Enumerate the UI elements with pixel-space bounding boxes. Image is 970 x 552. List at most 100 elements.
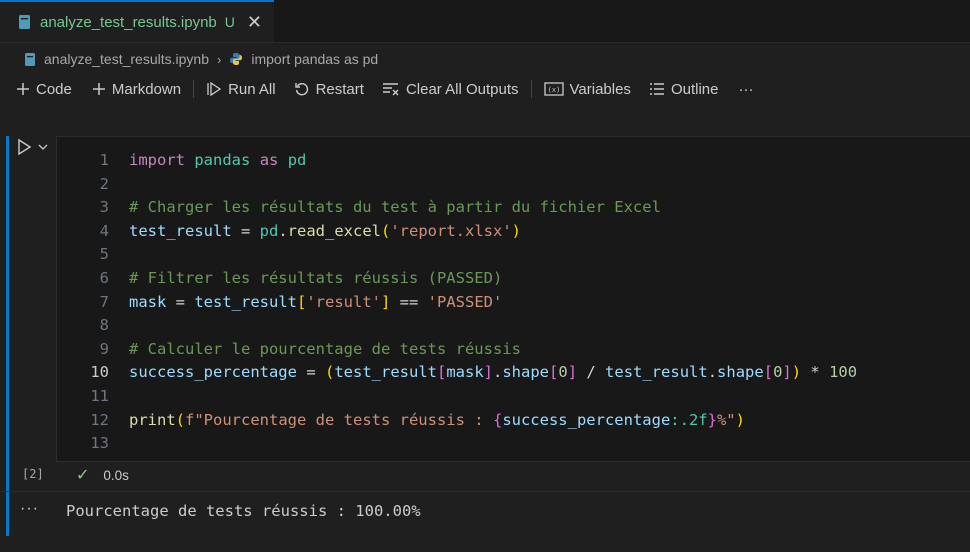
tab-analyze-test-results[interactable]: analyze_test_results.ipynb U ✕ [0, 0, 274, 42]
cell-output: Pourcentage de tests réussis : 100.00% [66, 502, 421, 520]
line-number: 13 [90, 434, 109, 453]
notebook-toolbar: Code Markdown Run All Restart Clear All … [12, 76, 757, 102]
code-line: 9 # Calculer le pourcentage de tests réu… [57, 338, 857, 362]
line-number: 11 [90, 386, 109, 405]
run-all-label: Run All [228, 80, 276, 98]
token: = [231, 221, 260, 240]
line-number: 5 [99, 245, 109, 264]
token: shape [717, 363, 764, 382]
token: mask [129, 292, 167, 311]
more-actions-icon: ··· [738, 80, 754, 98]
token: success_percentage [502, 410, 671, 429]
token: ) [511, 221, 522, 240]
plus-icon [17, 83, 29, 95]
comment: # Calculer le pourcentage de tests réuss… [129, 339, 521, 358]
run-cell-icon[interactable] [16, 138, 32, 156]
breadcrumb-symbol[interactable]: import pandas as pd [251, 51, 378, 67]
clear-all-outputs-button[interactable]: Clear All Outputs [378, 76, 523, 102]
token: ] [782, 363, 792, 382]
token: / [577, 363, 606, 382]
token: 0 [773, 363, 783, 382]
token: . [707, 363, 718, 382]
token: f"Pourcentage de tests réussis : [185, 410, 493, 429]
code-line: 2 [57, 173, 857, 197]
line-number: 7 [99, 292, 109, 311]
notebook-file-icon [19, 15, 30, 29]
token: ( [324, 363, 335, 382]
token: ] [483, 363, 493, 382]
token: 'result' [306, 292, 381, 311]
code-label: Code [36, 80, 72, 98]
notebook-file-icon [25, 52, 35, 66]
code-line: 4 test_result = pd. read_excel('report.xl… [57, 220, 857, 244]
token: %" [716, 410, 736, 429]
outline-button[interactable]: Outline [645, 76, 723, 102]
token: [ [296, 292, 307, 311]
token: print [129, 410, 176, 429]
token: test_result [605, 363, 708, 382]
token: import [129, 151, 185, 169]
chevron-down-icon[interactable] [38, 143, 48, 151]
cell-status: ✓ 0.0s [76, 465, 129, 485]
code-line: 3 # Charger les résultats du test à part… [57, 196, 857, 220]
output-actions-icon[interactable]: ··· [20, 500, 39, 518]
cell-focus-indicator [6, 136, 9, 536]
more-actions-button[interactable]: ··· [734, 76, 757, 102]
token: pandas [194, 151, 251, 169]
restart-button[interactable]: Restart [290, 76, 368, 102]
token: ( [175, 410, 186, 429]
code-cell-editor[interactable]: 1 import pandas as pd 2 3 # Charger les … [56, 136, 970, 462]
token: mask [446, 363, 484, 382]
token: ( [381, 221, 391, 240]
line-number: 2 [99, 174, 109, 193]
chevron-right-icon: › [217, 51, 222, 67]
token: = [166, 292, 195, 311]
code-line: 6 # Filtrer les résultats réussis (PASSE… [57, 267, 857, 291]
clear-all-outputs-label: Clear All Outputs [405, 80, 519, 98]
line-number: 3 [99, 198, 109, 217]
token: * [801, 363, 830, 382]
tab-title: analyze_test_results.ipynb [40, 13, 217, 31]
token: [ [763, 363, 774, 382]
token: :.2f [670, 410, 708, 429]
token: as [259, 151, 279, 169]
line-number: 6 [99, 268, 109, 287]
token: == [390, 292, 428, 311]
token: ) [735, 410, 745, 429]
breadcrumb-file[interactable]: analyze_test_results.ipynb [44, 51, 209, 67]
add-code-cell-button[interactable]: Code [12, 76, 76, 102]
svg-text:(x): (x) [547, 86, 560, 94]
add-markdown-cell-button[interactable]: Markdown [88, 76, 185, 102]
token: [ [436, 363, 447, 382]
line-number: 4 [99, 221, 109, 240]
restart-icon [294, 83, 308, 96]
code-line: 7 mask = test_result['result'] == 'PASSE… [57, 291, 857, 315]
markdown-label: Markdown [111, 80, 182, 98]
token: . [278, 221, 288, 240]
run-all-button[interactable]: Run All [202, 76, 280, 102]
token: ) [791, 363, 802, 382]
python-icon [230, 53, 243, 65]
comment: # Charger les résultats du test à partir… [129, 198, 661, 217]
line-number: 1 [99, 151, 109, 169]
token: 'report.xlsx' [390, 221, 512, 240]
variables-label: Variables [569, 80, 631, 98]
token: } [707, 410, 717, 429]
code-line: 13 [57, 432, 857, 456]
plus-icon [92, 83, 105, 95]
token: pd [287, 151, 307, 169]
outline-label: Outline [670, 80, 719, 98]
close-tab-icon[interactable]: ✕ [247, 13, 262, 31]
variables-button[interactable]: (x) Variables [540, 76, 635, 102]
line-number: 8 [99, 316, 109, 335]
restart-label: Restart [315, 80, 364, 98]
execution-duration: 0.0s [103, 467, 129, 483]
token: pd [259, 221, 279, 240]
token: ] [567, 363, 578, 382]
output-divider [0, 491, 970, 492]
token: success_percentage [129, 363, 297, 382]
code-lines[interactable]: 1 import pandas as pd 2 3 # Charger les … [57, 149, 857, 456]
variables-icon: (x) [543, 82, 564, 96]
token: = [296, 363, 325, 382]
token: 'PASSED' [427, 292, 503, 311]
